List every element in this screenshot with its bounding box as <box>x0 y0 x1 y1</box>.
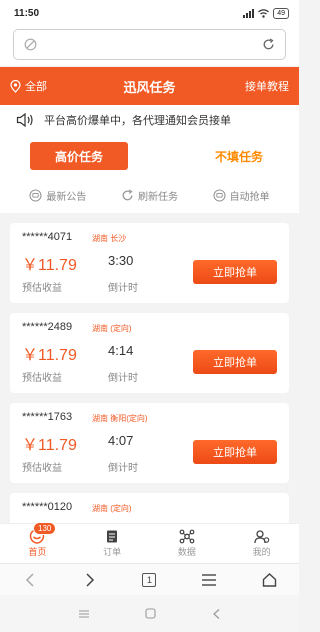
notice-bar: 平台高价爆单中，各代理通知会员接单 <box>0 105 299 135</box>
house-icon <box>262 572 276 587</box>
countdown-time: 4:07 <box>108 433 134 448</box>
grab-order-button[interactable]: 立即抢单 <box>193 350 277 374</box>
countdown-label: 倒计时 <box>108 373 138 384</box>
tab-home[interactable]: 130 首页 <box>0 522 75 563</box>
system-nav-bar <box>0 595 299 632</box>
app-header: 全部 迅风任务 接单教程 <box>0 67 299 105</box>
order-region: 湖南 (定向) <box>92 504 132 513</box>
order-region: 湖南 (定向) <box>92 324 132 333</box>
tab-high-price[interactable]: 高价任务 <box>30 142 128 170</box>
chevron-left-icon <box>25 572 34 587</box>
tab-profile[interactable]: 我的 <box>224 524 299 563</box>
blocked-icon <box>24 38 37 51</box>
browser-home-button[interactable] <box>254 568 284 592</box>
grab-order-button[interactable]: 立即抢单 <box>193 260 277 284</box>
menu-icon <box>202 573 217 586</box>
order-price: ￥11.79 <box>22 437 77 454</box>
tab-label: 数据 <box>177 547 196 557</box>
address-bar-container <box>0 26 299 66</box>
notification-badge: 130 <box>33 522 57 535</box>
pages-button[interactable]: 1 <box>134 568 164 592</box>
tab-data[interactable]: 数据 <box>150 524 225 563</box>
tab-no-fill[interactable]: 不填任务 <box>190 148 288 165</box>
order-region: 湖南 衡阳(定向) <box>92 414 148 423</box>
notice-text: 平台高价爆单中，各代理通知会员接单 <box>44 115 231 127</box>
order-price: ￥11.79 <box>22 347 77 364</box>
countdown-time: 4:14 <box>108 343 134 358</box>
countdown-label: 倒计时 <box>108 283 138 294</box>
order-card: ******0120 湖南 (定向) <box>10 493 289 523</box>
countdown-label: 倒计时 <box>108 463 138 474</box>
order-list: ******4071 湖南 长沙 ￥11.79 预估收益 3:30 倒计时 立即… <box>0 213 299 523</box>
order-id: ******4071 <box>22 231 73 243</box>
order-icon <box>107 530 118 543</box>
auto-grab-icon <box>213 188 226 202</box>
order-id: ******2489 <box>22 321 73 333</box>
back-button[interactable] <box>15 568 45 592</box>
tab-label: 我的 <box>252 547 271 557</box>
clock: 11:50 <box>14 7 40 19</box>
order-region: 湖南 长沙 <box>92 234 127 243</box>
auto-grab-label: 自动抢单 <box>229 191 270 203</box>
latest-notice-button[interactable]: 最新公告 <box>29 188 86 203</box>
address-bar[interactable] <box>13 29 286 60</box>
forward-button[interactable] <box>75 568 105 592</box>
estimated-earnings-label: 预估收益 <box>22 463 62 474</box>
back-triangle-icon[interactable] <box>212 608 221 620</box>
battery-indicator: 49 <box>273 7 289 19</box>
data-icon <box>179 529 195 544</box>
latest-notice-label: 最新公告 <box>46 191 87 203</box>
browser-toolbar: 1 <box>0 563 299 595</box>
location-selector[interactable]: 全部 <box>10 78 90 94</box>
profile-icon <box>253 530 269 544</box>
location-label: 全部 <box>25 81 47 93</box>
order-id: ******0120 <box>22 501 73 513</box>
menu-button[interactable] <box>194 568 224 592</box>
refresh-icon <box>122 188 133 200</box>
task-tabs: 高价任务 不填任务 <box>0 135 299 177</box>
refresh-tasks-label: 刷新任务 <box>137 191 178 203</box>
tab-label: 首页 <box>28 547 47 557</box>
order-price: ￥11.79 <box>22 257 77 274</box>
recents-icon[interactable] <box>78 609 90 619</box>
location-pin-icon <box>10 79 21 93</box>
status-bar: 11:50 49 <box>0 0 299 26</box>
home-square-icon[interactable] <box>145 608 157 619</box>
chat-icon <box>29 188 42 202</box>
order-id: ******1763 <box>22 411 73 423</box>
bottom-tab-bar: 130 首页 订单 数据 我的 <box>0 522 299 563</box>
page-count: 1 <box>142 572 157 587</box>
refresh-tasks-button[interactable]: 刷新任务 <box>121 188 178 203</box>
speaker-icon <box>16 113 33 127</box>
tab-orders[interactable]: 订单 <box>75 524 150 563</box>
wifi-icon <box>258 8 270 18</box>
tutorial-link[interactable]: 接单教程 <box>209 78 289 94</box>
auto-grab-button[interactable]: 自动抢单 <box>213 188 270 203</box>
order-card: ******4071 湖南 长沙 ￥11.79 预估收益 3:30 倒计时 立即… <box>10 223 289 303</box>
reload-icon[interactable] <box>262 38 275 51</box>
order-card: ******2489 湖南 (定向) ￥11.79 预估收益 4:14 倒计时 … <box>10 313 289 393</box>
grab-order-button[interactable]: 立即抢单 <box>193 440 277 464</box>
page-title: 迅风任务 <box>123 79 176 95</box>
estimated-earnings-label: 预估收益 <box>22 373 62 384</box>
countdown-time: 3:30 <box>108 253 134 268</box>
order-card: ******1763 湖南 衡阳(定向) ￥11.79 预估收益 4:07 倒计… <box>10 403 289 483</box>
chevron-right-icon <box>86 572 94 587</box>
signal-icon <box>243 8 255 18</box>
action-row: 最新公告 刷新任务 自动抢单 <box>0 177 299 213</box>
estimated-earnings-label: 预估收益 <box>22 283 62 294</box>
tab-label: 订单 <box>103 547 122 557</box>
